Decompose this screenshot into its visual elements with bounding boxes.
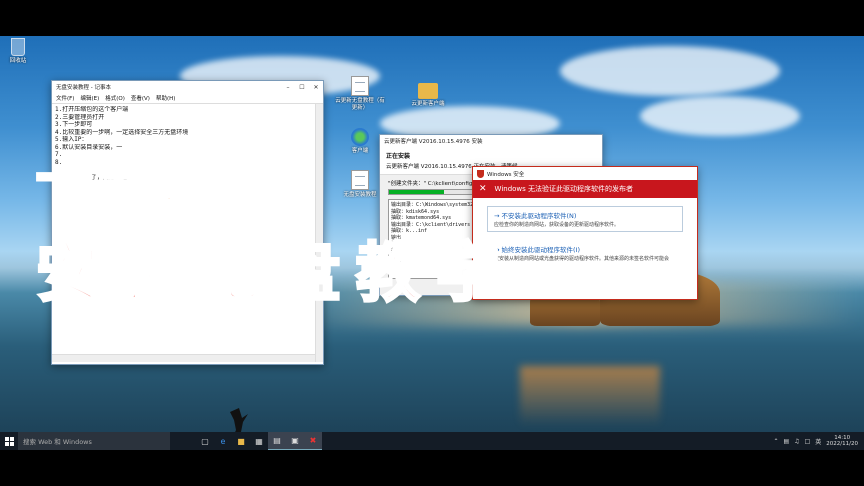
document-icon xyxy=(351,170,369,190)
system-tray: ⌃ ▤ ♫ □ 英 14:10 2022/11/20 xyxy=(774,435,864,448)
menu-help[interactable]: 帮助(H) xyxy=(156,94,175,102)
desktop-icon-label: 无盘安装教程 xyxy=(343,192,377,198)
minimize-icon[interactable]: – xyxy=(281,84,295,91)
search-placeholder: 搜索 Web 和 Windows xyxy=(23,438,92,446)
option-description: 应检查你的制造商网站，获取设备的更新驱动程序软件。 xyxy=(494,222,620,228)
security-titlebar[interactable]: Windows 安全 xyxy=(473,167,697,180)
edge-icon[interactable]: e xyxy=(214,432,232,450)
menu-edit[interactable]: 编辑(E) xyxy=(80,94,99,102)
option-label: 不安装此驱动程序软件(N) xyxy=(501,212,577,220)
desktop-icon-label: 云更新无盘教程（有更新） xyxy=(335,98,385,111)
error-x-icon: ✕ xyxy=(479,184,487,194)
desktop-icon-label: 回收站 xyxy=(9,58,27,64)
install-anyway-option[interactable]: → 始终安装此驱动程序软件(I) 仅安装从制造商网站或光盘获得的驱动程序软件。其… xyxy=(487,240,683,266)
desktop-icon-client-folder[interactable]: 云更新客户端 xyxy=(402,80,454,108)
security-banner-text: Windows 无法验证此驱动程序软件的发布者 xyxy=(494,185,634,193)
folder-icon xyxy=(418,83,438,99)
dont-install-driver-option[interactable]: → 不安装此驱动程序软件(N) 应检查你的制造商网站，获取设备的更新驱动程序软件… xyxy=(487,206,683,232)
volume-icon[interactable]: ♫ xyxy=(794,438,799,445)
ime-indicator[interactable]: 英 xyxy=(815,437,821,446)
desktop-icon-recycle-bin[interactable]: 回收站 xyxy=(0,38,44,65)
option-description: 仅安装从制造商网站或光盘获得的驱动程序软件。其他来源的未签名软件可能会 xyxy=(494,256,670,262)
horizontal-scrollbar[interactable] xyxy=(52,354,315,362)
chevron-up-icon[interactable]: ⌃ xyxy=(774,438,779,445)
start-button[interactable] xyxy=(0,432,18,450)
progress-fill xyxy=(389,190,445,194)
security-taskbar-icon[interactable]: ✖ xyxy=(304,432,322,450)
notepad-title: 无盘安装教程 - 记事本 xyxy=(56,85,111,91)
overlay-title-line2: 安装无盘教学 xyxy=(35,236,516,313)
text-line: 3.下一步即可 xyxy=(55,121,93,128)
cloud xyxy=(560,46,780,96)
recycle-bin-icon xyxy=(11,38,25,56)
overlay-title-line1: 一分钟 xyxy=(35,147,216,215)
clock[interactable]: 14:10 2022/11/20 xyxy=(826,435,858,448)
menu-format[interactable]: 格式(O) xyxy=(105,94,125,102)
windows-logo-icon xyxy=(4,436,14,446)
security-title: Windows 安全 xyxy=(487,171,525,178)
notepad-taskbar-icon[interactable]: ▤ xyxy=(268,432,286,450)
menu-file[interactable]: 文件(F) xyxy=(56,94,74,102)
desktop-icon-label: 云更新客户端 xyxy=(411,101,445,107)
text-line: 1.打开压缩包的这个客户端 xyxy=(55,106,129,113)
maximize-icon[interactable]: ☐ xyxy=(295,84,309,91)
setup-icon xyxy=(351,128,369,146)
clock-date: 2022/11/20 xyxy=(826,441,858,447)
cloud xyxy=(640,96,800,136)
desktop-icon-label: 客户端 xyxy=(351,148,369,154)
close-icon[interactable]: ✕ xyxy=(309,84,323,91)
network-icon[interactable]: ▤ xyxy=(784,438,790,445)
desktop-icon-tutorial-updated[interactable]: 云更新无盘教程（有更新） xyxy=(334,76,386,111)
installer-heading: 正在安装 xyxy=(386,153,411,160)
security-warning-banner: ✕ Windows 无法验证此驱动程序软件的发布者 xyxy=(473,180,697,198)
shield-icon xyxy=(477,169,484,178)
task-view-icon[interactable]: ▢ xyxy=(196,432,214,450)
file-explorer-icon[interactable]: ■ xyxy=(232,432,250,450)
notepad-menubar: 文件(F) 编辑(E) 格式(O) 查看(V) 帮助(H) xyxy=(52,93,323,104)
rock-reflection xyxy=(520,366,660,426)
text-line: 2.三要管理员打开 xyxy=(55,113,105,121)
installer-taskbar-icon[interactable]: ▣ xyxy=(286,432,304,450)
taskbar: 搜索 Web 和 Windows ▢ e ■ ▦ ▤ ▣ ✖ ⌃ ▤ ♫ □ 英… xyxy=(0,432,864,450)
document-icon xyxy=(351,76,369,96)
taskbar-search[interactable]: 搜索 Web 和 Windows xyxy=(18,432,170,450)
menu-view[interactable]: 查看(V) xyxy=(131,94,150,102)
notepad-titlebar[interactable]: 无盘安装教程 - 记事本 – ☐ ✕ xyxy=(52,81,323,93)
installer-titlebar[interactable]: 云更新客户端 V2016.10.15.4976 安装 xyxy=(380,135,602,147)
store-icon[interactable]: ▦ xyxy=(250,432,268,450)
notification-icon[interactable]: □ xyxy=(805,438,811,445)
installer-title: 云更新客户端 V2016.10.15.4976 安装 xyxy=(384,139,483,145)
